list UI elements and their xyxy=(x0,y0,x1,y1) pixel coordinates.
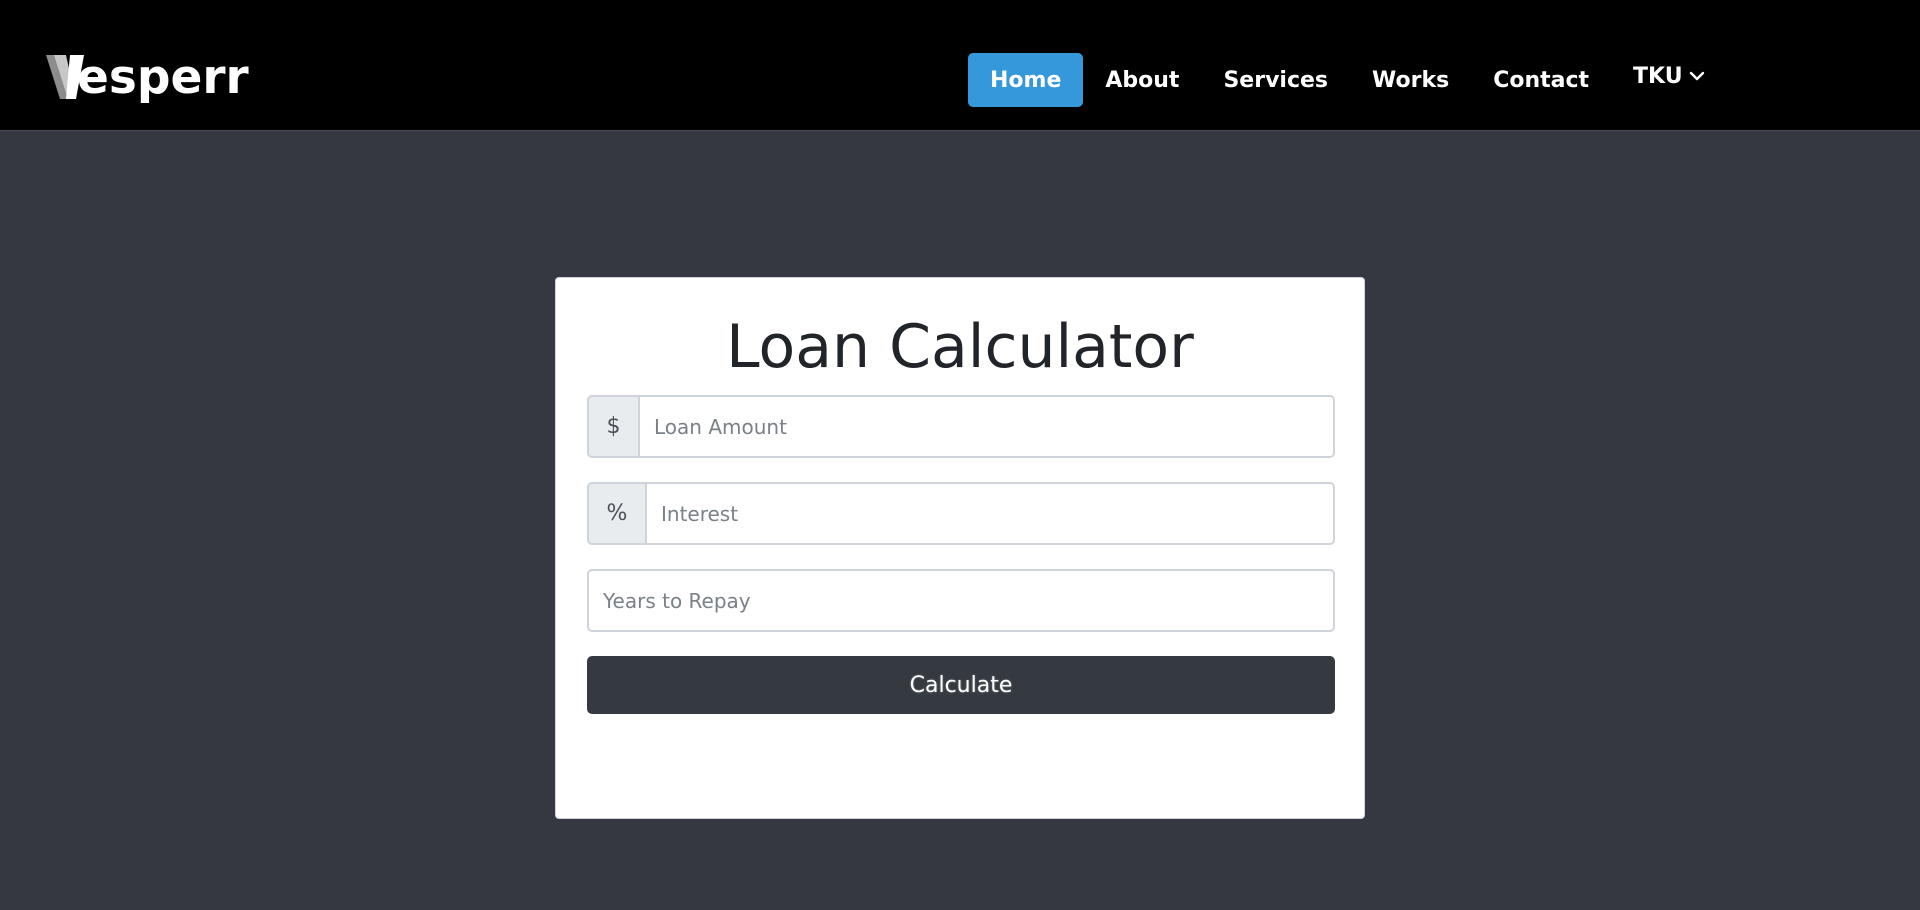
nav-item-contact[interactable]: Contact xyxy=(1471,53,1611,107)
loan-calculator-card: Loan Calculator $ % Calculate xyxy=(555,277,1365,819)
dollar-prefix: $ xyxy=(587,395,638,458)
main-nav: Home About Services Works Contact TKU xyxy=(968,53,1727,107)
calculate-button[interactable]: Calculate xyxy=(587,656,1335,714)
page-title: Loan Calculator xyxy=(726,312,1194,382)
nav-dropdown-label: TKU xyxy=(1633,63,1683,89)
interest-input[interactable] xyxy=(645,482,1335,545)
chevron-down-icon xyxy=(1689,71,1704,81)
top-navbar: esperr Home About Services Works Contact… xyxy=(0,0,1920,131)
loan-amount-group: $ xyxy=(587,395,1335,458)
nav-item-about[interactable]: About xyxy=(1083,53,1201,107)
nav-item-home[interactable]: Home xyxy=(968,53,1084,107)
loan-amount-input[interactable] xyxy=(638,395,1335,458)
brand-logo[interactable]: esperr xyxy=(46,48,249,106)
years-to-repay-input[interactable] xyxy=(587,569,1335,632)
nav-dropdown-tku[interactable]: TKU xyxy=(1611,53,1727,107)
brand-name: esperr xyxy=(77,49,249,105)
percent-prefix: % xyxy=(587,482,645,545)
interest-group: % xyxy=(587,482,1335,545)
nav-item-works[interactable]: Works xyxy=(1350,53,1471,107)
nav-item-services[interactable]: Services xyxy=(1201,53,1350,107)
